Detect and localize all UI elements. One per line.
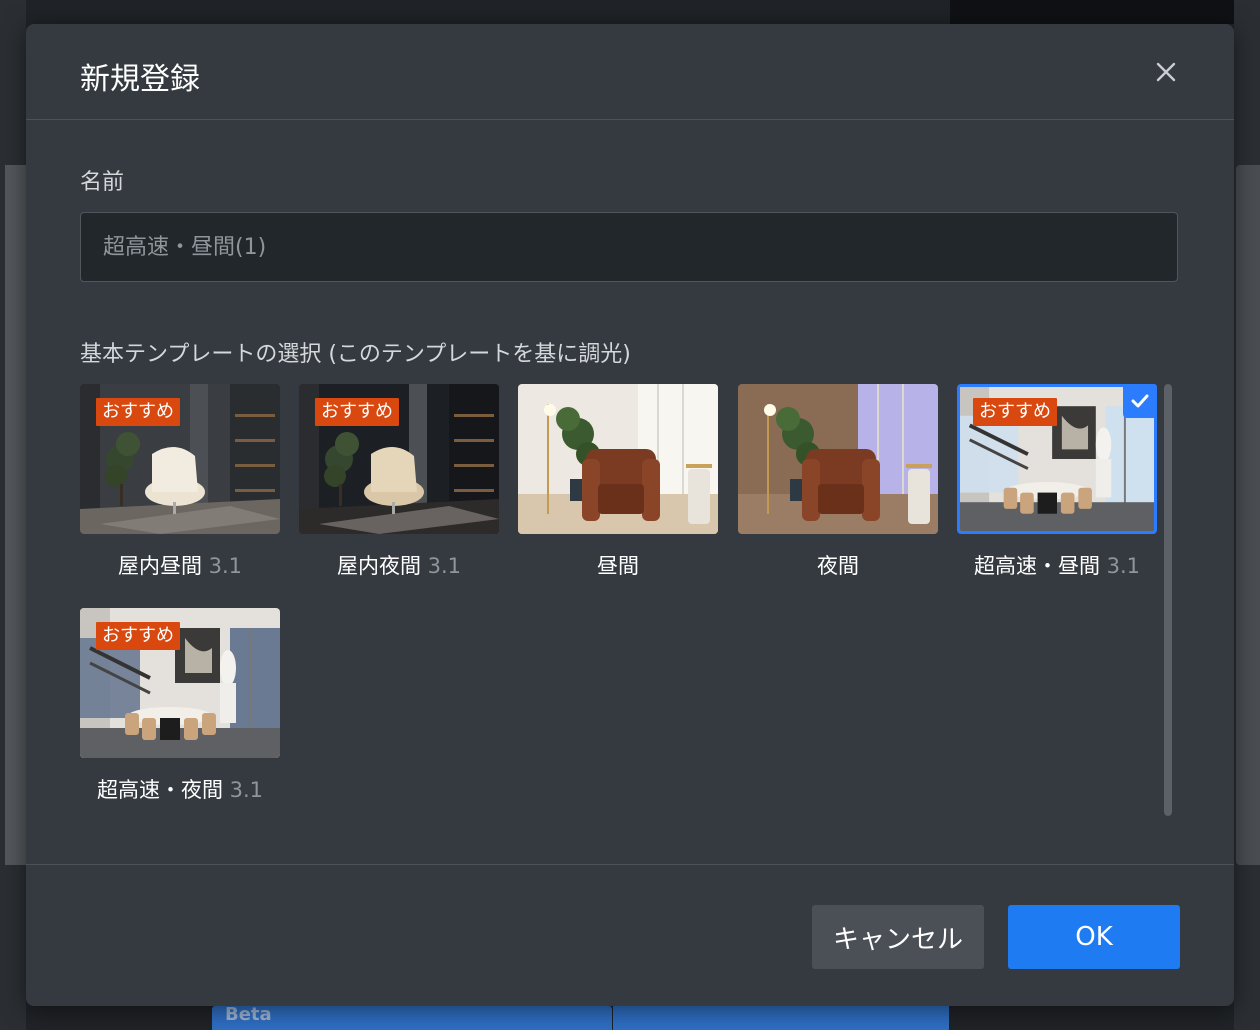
background-left-panel [5,165,26,865]
template-card[interactable]: 昼間 [518,384,718,578]
template-label: 超高速・昼間 3.1 [957,550,1157,580]
template-card[interactable]: おすすめ超高速・昼間 3.1 [957,384,1157,578]
cancel-button[interactable]: キャンセル [812,905,984,969]
template-label: 夜間 [738,550,938,580]
template-name: 屋内夜間 [336,554,421,578]
template-version: 3.1 [427,554,462,578]
recommended-badge: おすすめ [973,398,1057,426]
background-bottom-tab-2 [613,1006,949,1030]
template-name: 超高速・昼間 [973,554,1100,578]
template-card[interactable]: おすすめ屋内夜間 3.1 [299,384,499,578]
new-registration-dialog: 新規登録 名前 基本テンプレートの選択 (このテンプレートを基に調光) [26,24,1234,1006]
template-name: 屋内昼間 [117,554,202,578]
background-beta-label: Beta [225,1004,272,1025]
background-bottom-tab [212,1006,612,1030]
selected-check-icon [1123,384,1157,418]
background-toolbar [950,0,1260,24]
close-button[interactable] [1150,56,1182,88]
template-name: 夜間 [817,554,859,578]
template-thumbnail [518,384,718,534]
recommended-badge: おすすめ [96,622,180,650]
name-input[interactable] [80,212,1178,282]
ok-button[interactable]: OK [1008,905,1180,969]
template-thumbnail [738,384,938,534]
name-label: 名前 [80,170,125,195]
template-version: 3.1 [208,554,243,578]
template-card[interactable]: おすすめ超高速・夜間 3.1 [80,608,280,802]
template-section-label: 基本テンプレートの選択 (このテンプレートを基に調光) [80,342,631,367]
template-label: 屋内夜間 3.1 [299,550,499,580]
template-label: 昼間 [518,550,718,580]
template-label: 超高速・夜間 3.1 [80,774,280,804]
dialog-header: 新規登録 [26,24,1234,120]
dialog-footer-divider [26,864,1234,865]
recommended-badge: おすすめ [315,398,399,426]
dialog-title: 新規登録 [80,62,200,97]
template-card[interactable]: おすすめ屋内昼間 3.1 [80,384,280,578]
template-grid: おすすめ 屋内昼間 3.1 おすすめ 屋内夜間 3.1 昼間 夜間 おすすめ 超… [80,384,1160,814]
template-scrollbar-thumb[interactable] [1164,384,1172,816]
background-right-panel [1236,165,1260,865]
close-icon [1156,62,1176,82]
template-label: 屋内昼間 3.1 [80,550,280,580]
template-version: 3.1 [229,778,264,802]
template-name: 昼間 [597,554,639,578]
recommended-badge: おすすめ [96,398,180,426]
template-scrollbar[interactable] [1164,384,1172,816]
template-name: 超高速・夜間 [96,778,223,802]
template-card[interactable]: 夜間 [738,384,938,578]
template-version: 3.1 [1106,554,1141,578]
